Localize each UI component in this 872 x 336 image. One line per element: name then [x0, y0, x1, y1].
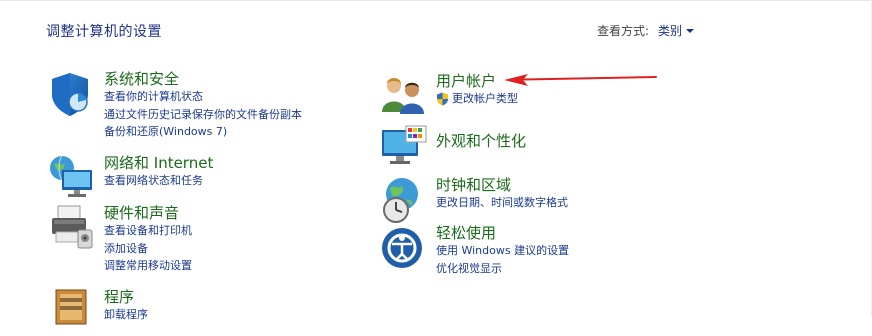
shield-system-icon [52, 73, 88, 116]
category-title[interactable]: 硬件和声音 [104, 204, 192, 222]
link-backup-restore[interactable]: 备份和还原(Windows 7) [104, 123, 302, 141]
printer-hardware-icon [52, 205, 93, 249]
link-optimize-visual-display[interactable]: 优化视觉显示 [436, 260, 569, 278]
view-by-dropdown[interactable]: 类别 [658, 22, 695, 39]
chevron-down-icon [686, 29, 695, 33]
ease-of-access-icon [382, 228, 422, 268]
category-title[interactable]: 外观和个性化 [436, 132, 526, 150]
category-title[interactable]: 程序 [104, 288, 148, 306]
link-file-history[interactable]: 通过文件历史记录保存你的文件备份副本 [104, 106, 302, 124]
category-title[interactable]: 轻松使用 [436, 224, 569, 242]
link-view-network-status[interactable]: 查看网络状态和任务 [104, 172, 213, 190]
monitor-palette-icon [382, 125, 427, 164]
link-add-device[interactable]: 添加设备 [104, 240, 192, 258]
page-title: 调整计算机的设置 [46, 24, 162, 40]
link-change-account-type[interactable]: 更改帐户类型 [452, 90, 518, 108]
view-by-value: 类别 [658, 24, 683, 38]
link-recommended-settings[interactable]: 使用 Windows 建议的设置 [436, 242, 569, 260]
link-uninstall-program[interactable]: 卸载程序 [104, 306, 148, 324]
clock-globe-icon [383, 178, 418, 223]
network-globe-icon [50, 155, 92, 197]
view-by-label: 查看方式: [597, 24, 650, 38]
category-title[interactable]: 时钟和区域 [436, 176, 568, 194]
category-title[interactable]: 系统和安全 [104, 70, 302, 88]
uac-shield-icon [437, 92, 448, 106]
top-border [0, 0, 872, 1]
link-devices-printers[interactable]: 查看设备和打印机 [104, 222, 192, 240]
view-by: 查看方式: 类别 [597, 22, 695, 39]
red-arrow-icon [504, 74, 657, 86]
category-title[interactable]: 网络和 Internet [104, 154, 213, 172]
change-account-type-row: 更改帐户类型 [436, 90, 518, 108]
link-change-date-time-format[interactable]: 更改日期、时间或数字格式 [436, 194, 568, 212]
programs-icon [55, 289, 87, 325]
link-mobility-settings[interactable]: 调整常用移动设置 [104, 257, 192, 275]
link-view-computer-status[interactable]: 查看你的计算机状态 [104, 88, 302, 106]
users-icon [382, 78, 424, 114]
